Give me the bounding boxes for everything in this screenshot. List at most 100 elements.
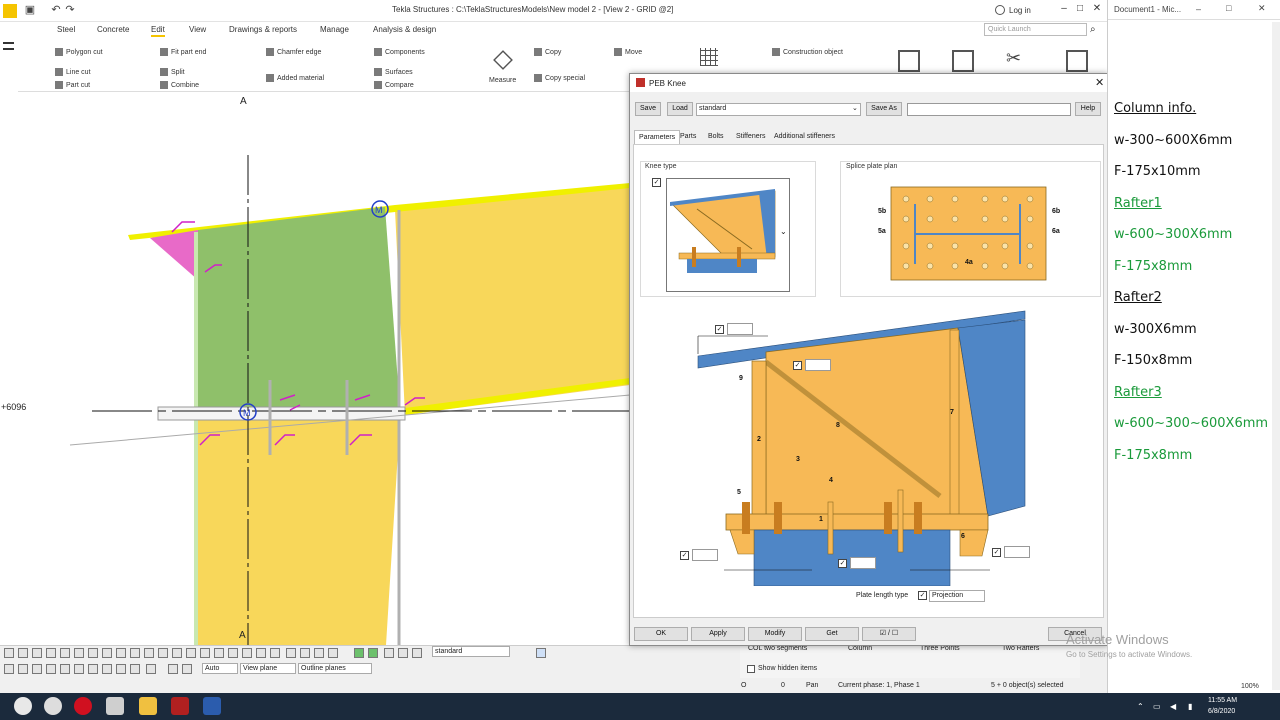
word-maximize-icon[interactable]: □ (1226, 3, 1231, 13)
line-cut-button[interactable]: Line cut (55, 68, 91, 76)
col-two-segments-item[interactable]: COL two segments (748, 645, 807, 652)
plate-length-select[interactable]: Projection (929, 590, 985, 602)
components-button[interactable]: Components (374, 48, 425, 56)
select-switch-icon[interactable] (46, 664, 56, 674)
ok-button[interactable]: OK (634, 627, 688, 641)
added-material-button[interactable]: Added material (266, 74, 324, 82)
toggle-button[interactable]: ☑ / ☐ (862, 627, 916, 641)
search-icon[interactable]: ⌕ (1090, 24, 1096, 35)
select-switch-icon[interactable] (168, 664, 178, 674)
select-switch-icon[interactable] (182, 664, 192, 674)
top-checkbox[interactable]: ✓ (715, 325, 724, 334)
three-points-item[interactable]: Three Points (920, 645, 960, 652)
bottom-left-checkbox[interactable]: ✓ (680, 551, 689, 560)
snap-icon[interactable] (46, 648, 56, 658)
modify-button[interactable]: Modify (748, 627, 802, 641)
window-icon[interactable] (1066, 50, 1088, 72)
copy-special-button[interactable]: Copy special (534, 74, 585, 82)
save-as-button[interactable]: Save As (866, 102, 902, 116)
copy-button[interactable]: Copy (534, 48, 561, 56)
select-switch-icon[interactable] (130, 664, 140, 674)
undo-icon[interactable]: ↶ (50, 4, 62, 16)
snap-icon[interactable] (74, 648, 84, 658)
snap-icon[interactable] (102, 648, 112, 658)
middle-checkbox[interactable]: ✓ (793, 361, 802, 370)
select-switch-icon[interactable] (102, 664, 112, 674)
menu-drawings-reports[interactable]: Drawings & reports (229, 25, 297, 34)
fit-part-end-button[interactable]: Fit part end (160, 48, 206, 56)
snap-icon[interactable] (186, 648, 196, 658)
menu-concrete[interactable]: Concrete (97, 25, 129, 34)
word-close-icon[interactable]: ✕ (1258, 3, 1266, 14)
network-icon[interactable]: ▭ (1153, 702, 1161, 711)
measure-label[interactable]: Measure (489, 77, 516, 84)
select-icon[interactable] (4, 648, 14, 658)
bottom-right-field[interactable] (1004, 546, 1030, 558)
snap-icon[interactable] (398, 648, 408, 658)
bottom-center-field[interactable] (850, 557, 876, 569)
select-switch-icon[interactable] (88, 664, 98, 674)
select-switch-icon[interactable] (74, 664, 84, 674)
plate-length-checkbox[interactable]: ✓ (918, 591, 927, 600)
snap-icon[interactable] (60, 648, 70, 658)
bottom-left-field[interactable] (692, 549, 718, 561)
battery-icon[interactable]: ▮ (1188, 702, 1192, 711)
snap-icon[interactable] (144, 648, 154, 658)
snap-icon[interactable] (116, 648, 126, 658)
snap-icon[interactable] (412, 648, 422, 658)
grid-icon[interactable] (700, 48, 718, 66)
chamfer-edge-button[interactable]: Chamfer edge (266, 48, 321, 56)
load-button[interactable]: Load (667, 102, 693, 116)
select-switch-icon[interactable] (116, 664, 126, 674)
snap-icon[interactable] (286, 648, 296, 658)
menu-view[interactable]: View (189, 25, 206, 34)
select-switch-icon[interactable] (4, 664, 14, 674)
auto-select[interactable]: Auto (202, 663, 238, 674)
polygon-cut-button[interactable]: Polygon cut (55, 48, 103, 56)
tray-chevron-icon[interactable]: ⌃ (1137, 702, 1144, 711)
apply-button[interactable]: Apply (691, 627, 745, 641)
select-switch-icon[interactable] (146, 664, 156, 674)
bottom-center-checkbox[interactable]: ✓ (838, 559, 847, 568)
save-icon[interactable]: ▣ (24, 4, 36, 16)
snap-icon[interactable] (18, 648, 28, 658)
save-button[interactable]: Save (635, 102, 661, 116)
chevron-down-icon[interactable]: ⌄ (780, 227, 787, 236)
column-item[interactable]: Column (848, 645, 872, 652)
bottom-right-checkbox[interactable]: ✓ (992, 548, 1001, 557)
combine-button[interactable]: Combine (160, 81, 199, 89)
snap-icon[interactable] (328, 648, 338, 658)
snap-icon[interactable] (32, 648, 42, 658)
login-link[interactable]: Log in (1009, 6, 1031, 15)
select-switch-icon[interactable] (18, 664, 28, 674)
split-button[interactable]: Split (160, 68, 185, 76)
top-field[interactable] (727, 323, 753, 335)
snap-icon[interactable] (88, 648, 98, 658)
snap-icon[interactable] (200, 648, 210, 658)
snap-icon[interactable] (384, 648, 394, 658)
menu-manage[interactable]: Manage (320, 25, 349, 34)
close-button[interactable]: ✕ (1090, 3, 1104, 17)
minimize-button[interactable]: – (1057, 3, 1071, 17)
compare-button[interactable]: Compare (374, 81, 414, 89)
snap-icon[interactable] (368, 648, 378, 658)
snap-icon[interactable] (158, 648, 168, 658)
show-hidden-checkbox[interactable] (747, 665, 755, 673)
surfaces-button[interactable]: Surfaces (374, 68, 413, 76)
snap-icon[interactable] (228, 648, 238, 658)
outline-planes-select[interactable]: Outline planes (298, 663, 372, 674)
select-switch-icon[interactable] (60, 664, 70, 674)
object-properties-icon[interactable] (952, 50, 974, 72)
get-button[interactable]: Get (805, 627, 859, 641)
knee-type-checkbox[interactable]: ✓ (652, 178, 661, 187)
view-plane-select[interactable]: View plane (240, 663, 296, 674)
model-view[interactable]: M M A A +6096 (0, 92, 630, 645)
word-taskbar-icon[interactable] (203, 697, 221, 715)
chrome-icon[interactable] (44, 697, 62, 715)
tab-stiffeners[interactable]: Stiffeners (732, 130, 769, 144)
snap-icon[interactable] (242, 648, 252, 658)
snap-icon[interactable] (300, 648, 310, 658)
snap-icon[interactable] (130, 648, 140, 658)
opera-icon[interactable] (74, 697, 92, 715)
volume-icon[interactable]: ◀ (1170, 702, 1176, 711)
